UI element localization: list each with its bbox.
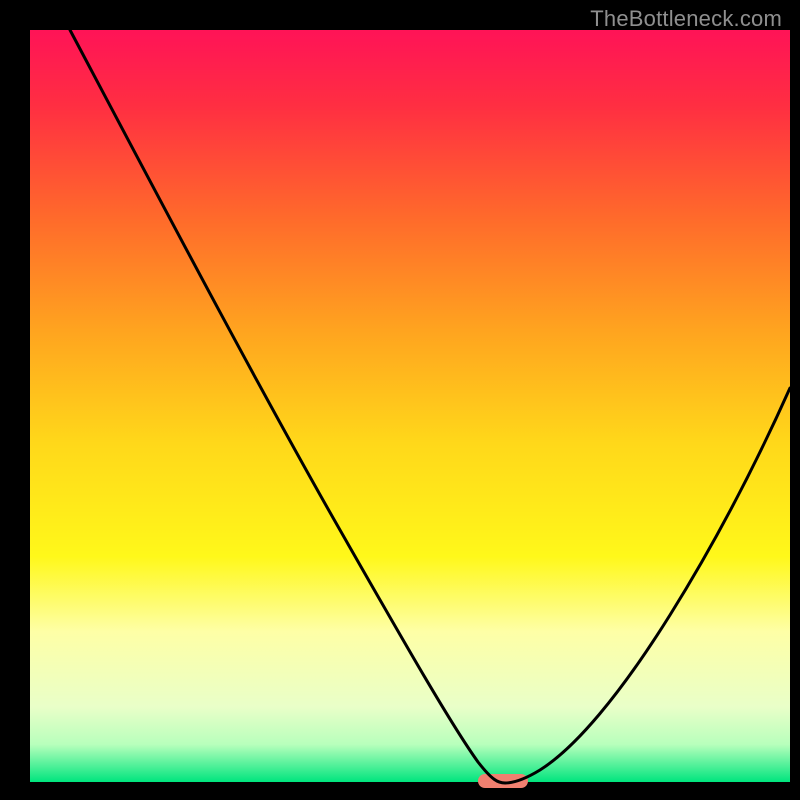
bottleneck-chart: TheBottleneck.com: [0, 0, 800, 800]
chart-svg: [0, 0, 800, 800]
watermark-text: TheBottleneck.com: [590, 6, 782, 32]
plot-background-gradient: [30, 30, 790, 782]
